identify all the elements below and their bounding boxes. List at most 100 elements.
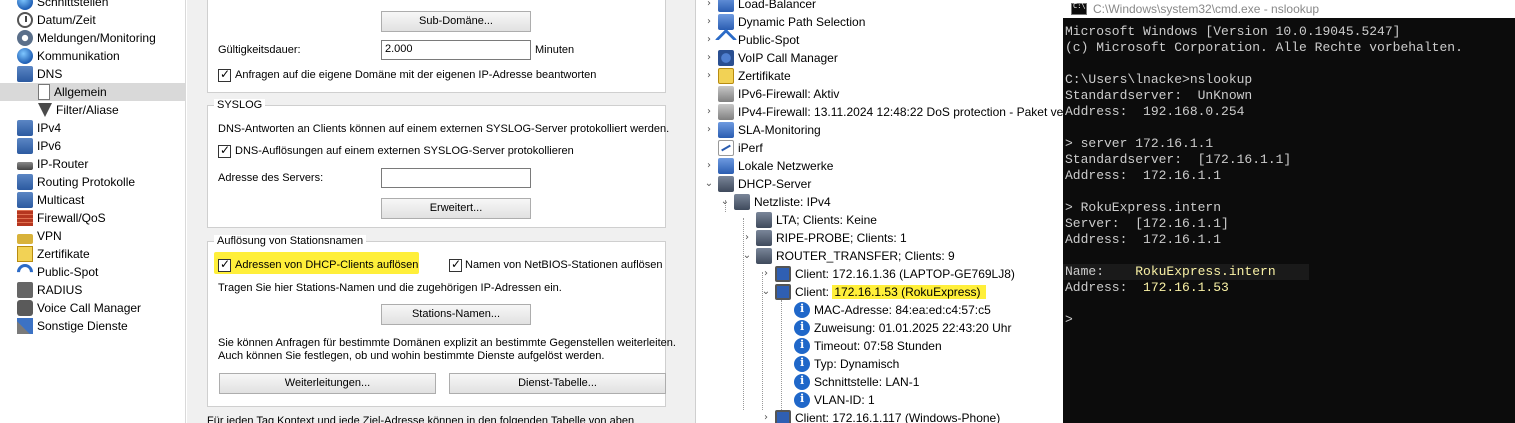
forwarding-button[interactable]: Weiterleitungen...: [219, 373, 436, 394]
nav-item-ip-router[interactable]: IP-Router: [0, 155, 185, 173]
nav-item-zertifikate[interactable]: Zertifikate: [0, 245, 185, 263]
expand-icon[interactable]: ›: [703, 106, 715, 118]
nav-item-public-spot[interactable]: Public-Spot: [0, 260, 185, 284]
tree-item[interactable]: ⌄ DHCP-Server: [703, 175, 811, 193]
tree-item[interactable]: › Lokale Netzwerke: [703, 157, 833, 175]
expand-icon[interactable]: ›: [703, 34, 715, 46]
tree-item[interactable]: IPv6-Firewall: Aktiv: [703, 85, 839, 103]
expand-icon[interactable]: ›: [703, 52, 715, 64]
expand-icon[interactable]: ›: [760, 268, 772, 280]
collapse-icon[interactable]: ⌄: [760, 286, 772, 298]
tree-item[interactable]: iPerf: [703, 139, 763, 157]
server-address-input[interactable]: [381, 168, 531, 188]
lock-icon: [17, 233, 33, 244]
nav-item-label: Sonstige Dienste: [37, 319, 128, 333]
console-line: C:\Users\lnacke>nslookup: [1065, 72, 1253, 87]
tree-item[interactable]: ⌄ Netzliste: IPv4: [719, 193, 831, 211]
tree-item[interactable]: Schnittstelle: LAN-1: [779, 373, 919, 391]
own-domain-checkbox[interactable]: [218, 67, 231, 82]
nav-item-firewall-qos[interactable]: Firewall/QoS: [0, 209, 185, 227]
tree-item[interactable]: › Client: 172.16.1.36 (LAPTOP-GE769LJ8): [760, 265, 1015, 283]
dhcp-clients-checkbox[interactable]: [218, 257, 231, 272]
tree-item[interactable]: › IPv4-Firewall: 13.11.2024 12:48:22 DoS …: [703, 103, 1063, 121]
tree-item[interactable]: Typ: Dynamisch: [779, 355, 899, 373]
nav-item-kommunikation[interactable]: Kommunikation: [0, 47, 185, 65]
nav-item-label: RADIUS: [37, 283, 83, 297]
tree-item[interactable]: VLAN-ID: 1: [779, 391, 875, 409]
nav-item-routing-protokolle[interactable]: Routing Protokolle: [0, 173, 185, 191]
nav-item-dns[interactable]: DNS: [0, 65, 185, 83]
nav-item-label: IPv6: [37, 139, 62, 153]
expand-icon[interactable]: ›: [703, 124, 715, 136]
collapse-icon[interactable]: ⌄: [719, 196, 731, 208]
console-line: >: [1065, 312, 1073, 327]
tree-item[interactable]: › Zertifikate: [703, 67, 791, 85]
advanced-button[interactable]: Erweitert...: [381, 198, 531, 219]
cmd-output[interactable]: Microsoft Windows [Version 10.0.19045.52…: [1063, 24, 1515, 328]
tree-item[interactable]: › VoIP Call Manager: [703, 49, 838, 67]
router-icon: [17, 162, 33, 170]
nav-item-sonstige-dienste[interactable]: Sonstige Dienste: [0, 317, 185, 335]
tree-item[interactable]: › Client: 172.16.1.117 (Windows-Phone): [760, 409, 1000, 423]
nav-item-label: DNS: [37, 67, 63, 81]
tree-item-label: Typ: Dynamisch: [814, 357, 900, 371]
phone-icon: [17, 300, 33, 316]
tree-item[interactable]: › RIPE-PROBE; Clients: 1: [741, 229, 907, 247]
tree-item[interactable]: ⌄ ROUTER_TRANSFER; Clients: 9: [741, 247, 955, 265]
firewall-icon: [718, 104, 734, 120]
tree-item[interactable]: LTA; Clients: Keine: [741, 211, 877, 229]
nav-item-schnittstellen[interactable]: Schnittstellen: [0, 0, 185, 11]
nav-item-filter-aliase[interactable]: Filter/Aliase: [0, 101, 185, 119]
nav-item-vpn[interactable]: VPN: [0, 227, 185, 245]
cmd-title-bar[interactable]: C:\Windows\system32\cmd.exe - nslookup: [1063, 0, 1515, 18]
tree-item[interactable]: ⌄ Client: 172.16.1.53 (RokuExpress): [760, 283, 987, 301]
nav-item-label: Schnittstellen: [37, 0, 109, 9]
syslog-log-checkbox[interactable]: [218, 143, 231, 158]
expand-icon[interactable]: ›: [760, 412, 772, 423]
nav-item-ipv4[interactable]: IPv4: [0, 119, 185, 137]
collapse-icon[interactable]: ⌄: [741, 250, 753, 262]
netbios-checkbox[interactable]: [449, 257, 462, 272]
nav-item-label: Kommunikation: [37, 49, 120, 63]
own-domain-label: Anfragen auf die eigene Domäne mit der e…: [235, 69, 597, 81]
nav-item-meldungen-monitoring[interactable]: Meldungen/Monitoring: [0, 29, 185, 47]
expand-icon[interactable]: ›: [703, 70, 715, 82]
wifi-icon: [714, 28, 738, 52]
tree-item[interactable]: Timeout: 07:58 Stunden: [779, 337, 942, 355]
validity-input[interactable]: 2.000: [381, 40, 531, 60]
tree-item[interactable]: › Load-Balancer: [703, 0, 816, 13]
console-line: Microsoft Windows [Version 10.0.19045.52…: [1065, 24, 1401, 39]
collapse-icon[interactable]: ⌄: [703, 178, 715, 190]
tree-item[interactable]: Zuweisung: 01.01.2025 22:43:20 Uhr: [779, 319, 1011, 337]
tree-item-label: Client: 172.16.1.53 (RokuExpress): [795, 285, 987, 299]
nav-item-label: Public-Spot: [37, 265, 99, 279]
server-icon: [718, 176, 734, 192]
tree-item[interactable]: MAC-Adresse: 84:ea:ed:c4:57:c5: [779, 301, 991, 319]
expand-icon[interactable]: ›: [703, 0, 715, 10]
nav-item-allgemein[interactable]: Allgemein: [0, 83, 185, 101]
nav-item-multicast[interactable]: Multicast: [0, 191, 185, 209]
station-names-button[interactable]: Stations-Namen...: [381, 304, 531, 325]
tree-item-label: Lokale Netzwerke: [738, 159, 834, 173]
expand-icon[interactable]: ›: [703, 16, 715, 28]
service-table-button[interactable]: Dienst-Tabelle...: [449, 373, 666, 394]
tree-item[interactable]: › Public-Spot: [703, 28, 799, 52]
nav-item-radius[interactable]: RADIUS: [0, 281, 185, 299]
expand-icon[interactable]: ›: [703, 160, 715, 172]
expand-icon[interactable]: ›: [741, 232, 753, 244]
firewall-icon: [17, 210, 33, 226]
tree-item[interactable]: › SLA-Monitoring: [703, 121, 821, 139]
subdomain-button[interactable]: Sub-Domäne...: [381, 11, 531, 32]
nav-item-voice-call-manager[interactable]: Voice Call Manager: [0, 299, 185, 317]
nav-item-ipv6[interactable]: IPv6: [0, 137, 185, 155]
nav-item-datum-zeit[interactable]: Datum/Zeit: [0, 11, 185, 29]
tree-item[interactable]: › Dynamic Path Selection: [703, 13, 865, 31]
console-line: Address: 172.16.1.1: [1065, 168, 1222, 183]
console-line: Name: RokuExpress.intern: [1063, 264, 1309, 280]
network-icon: [17, 66, 33, 82]
dns-general-group: Sub-Domäne... Gültigkeitsdauer: 2.000 Mi…: [207, 0, 666, 93]
